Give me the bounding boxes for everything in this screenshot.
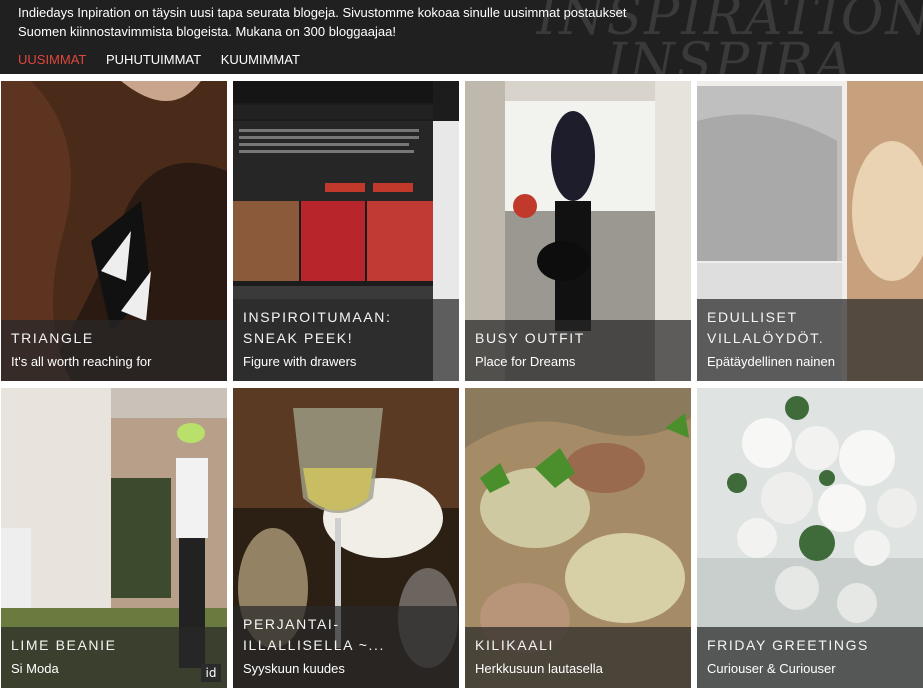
- post-title: INSPIROITUMAAN: SNEAK PEEK!: [243, 309, 392, 346]
- tab-kuumimmat[interactable]: KUUMIMMAT: [221, 52, 300, 67]
- post-caption: INSPIROITUMAAN: SNEAK PEEK! Figure with …: [233, 299, 459, 381]
- post-tile-lime-beanie[interactable]: LIME BEANIE Si Moda id: [1, 388, 227, 688]
- post-title: LIME BEANIE: [11, 637, 117, 653]
- post-tile-friday-greetings[interactable]: FRIDAY GREETINGS Curiouser & Curiouser: [697, 388, 923, 688]
- intro-line-1: Indiedays Inpiration on täysin uusi tapa…: [18, 5, 627, 20]
- post-blog-name: Epätäydellinen nainen: [707, 354, 835, 369]
- tab-puhutuimmat[interactable]: PUHUTUIMMAT: [106, 52, 201, 67]
- post-tile-inspiroitumaan[interactable]: INSPIROITUMAAN: SNEAK PEEK! Figure with …: [233, 81, 459, 381]
- tab-uusimmat[interactable]: UUSIMMAT: [18, 52, 86, 67]
- post-title: BUSY OUTFIT: [475, 330, 585, 346]
- post-blog-name: Syyskuun kuudes: [243, 661, 345, 676]
- post-caption: EDULLISET VILLALÖYDÖT. Epätäydellinen na…: [697, 299, 923, 381]
- sort-tabs: UUSIMMAT PUHUTUIMMAT KUUMIMMAT: [18, 52, 316, 67]
- post-title: FRIDAY GREETINGS: [707, 637, 869, 653]
- post-title: PERJANTAI-ILLALLISELLA ~...: [243, 616, 386, 653]
- post-blog-name: Curiouser & Curiouser: [707, 661, 836, 676]
- post-caption: FRIDAY GREETINGS Curiouser & Curiouser: [697, 627, 923, 688]
- post-blog-name: Figure with drawers: [243, 354, 357, 369]
- post-caption: LIME BEANIE Si Moda: [1, 627, 227, 688]
- post-tile-triangle[interactable]: TRIANGLE It's all worth reaching for: [1, 81, 227, 381]
- post-tile-edulliset-villaloydot[interactable]: EDULLISET VILLALÖYDÖT. Epätäydellinen na…: [697, 81, 923, 381]
- indiedays-id-badge: id: [201, 664, 221, 682]
- post-caption: BUSY OUTFIT Place for Dreams: [465, 320, 691, 381]
- intro-text: Indiedays Inpiration on täysin uusi tapa…: [18, 3, 678, 41]
- post-blog-name: Si Moda: [11, 661, 59, 676]
- post-tile-kilikaali[interactable]: KILIKAALI Herkkusuun lautasella: [465, 388, 691, 688]
- post-blog-name: It's all worth reaching for: [11, 354, 152, 369]
- post-tile-perjantai-illallisella[interactable]: PERJANTAI-ILLALLISELLA ~... Syyskuun kuu…: [233, 388, 459, 688]
- post-title: KILIKAALI: [475, 637, 554, 653]
- post-caption: KILIKAALI Herkkusuun lautasella: [465, 627, 691, 688]
- post-blog-name: Place for Dreams: [475, 354, 576, 369]
- post-caption: TRIANGLE It's all worth reaching for: [1, 320, 227, 381]
- header: INSPIRATION INSPIRA Indiedays Inpiration…: [0, 0, 923, 74]
- post-title: EDULLISET VILLALÖYDÖT.: [707, 309, 825, 346]
- post-caption: PERJANTAI-ILLALLISELLA ~... Syyskuun kuu…: [233, 606, 459, 688]
- post-title: TRIANGLE: [11, 330, 94, 346]
- post-blog-name: Herkkusuun lautasella: [475, 661, 603, 676]
- post-tile-busy-outfit[interactable]: BUSY OUTFIT Place for Dreams: [465, 81, 691, 381]
- intro-line-2: Suomen kiinnostavimmista blogeista. Muka…: [18, 24, 396, 39]
